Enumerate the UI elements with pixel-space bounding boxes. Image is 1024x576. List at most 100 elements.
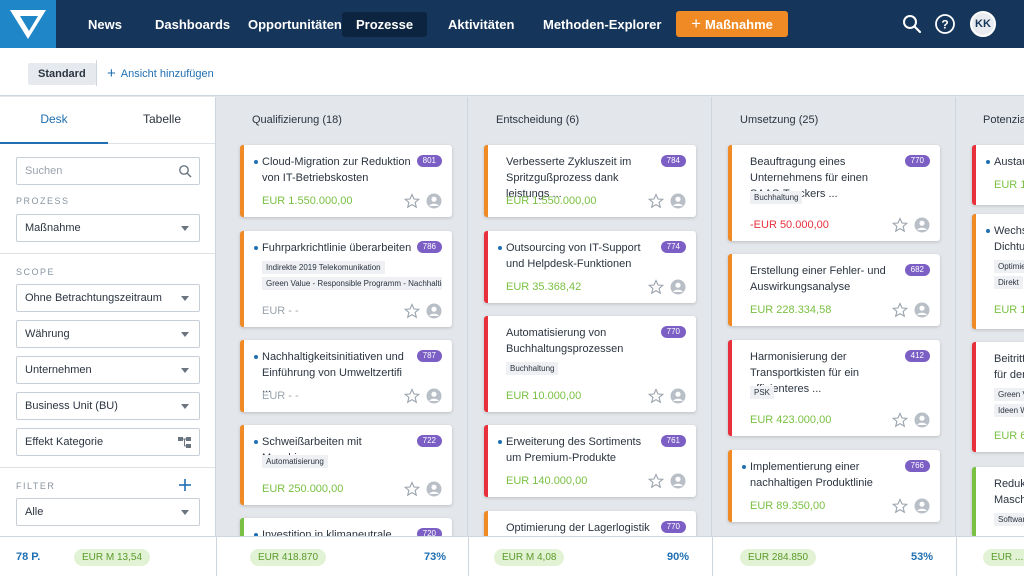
view-standard-tab[interactable]: Standard [28, 63, 96, 85]
card-id-badge: 770 [904, 155, 930, 167]
column-percent: 53% [911, 551, 934, 563]
search-icon [179, 165, 192, 178]
summary-bar: 78 P. EUR M 13,54 EUR 418.870 73% EUR M … [0, 536, 1024, 576]
card-tag: Buchhaltung [750, 191, 803, 204]
card-value: EUR 1.550.000,00 [262, 195, 353, 207]
user-icon[interactable] [426, 388, 442, 404]
process-card[interactable]: Cloud-Migration zur Reduktion von IT-Bet… [240, 145, 452, 217]
process-card[interactable]: Fuhrparkrichtlinie überarbeiten 786 Indi… [240, 231, 452, 327]
user-icon[interactable] [914, 302, 930, 318]
app-logo[interactable] [0, 0, 56, 48]
summary-divider [956, 537, 957, 576]
column-percent: 90% [667, 551, 690, 563]
star-icon[interactable] [648, 473, 664, 489]
user-icon[interactable] [670, 388, 686, 404]
process-card[interactable]: Beauftragung eines Unternehmens für eine… [728, 145, 940, 241]
process-card[interactable]: Automatisierung von Buchhaltungsprozesse… [484, 316, 696, 412]
user-icon[interactable] [426, 193, 442, 209]
process-card[interactable]: Erstellung einer Fehler- und Auswirkungs… [728, 254, 940, 326]
process-card[interactable]: Redukt Maschi Software [972, 467, 1024, 536]
chevron-down-icon [181, 368, 189, 373]
filter-select-value: Alle [25, 506, 44, 518]
process-card[interactable]: Beitritt für den Green Va Ideen Wo EUR 6… [972, 342, 1024, 452]
scope-waehrung-value: Währung [25, 328, 70, 340]
process-card[interactable]: Verbesserte Zykluszeit im Spritzgußproze… [484, 145, 696, 217]
card-value: EUR 12 [994, 304, 1024, 316]
scope-waehrung-select[interactable]: Währung [16, 320, 200, 348]
plus-icon: + [107, 65, 116, 82]
add-filter-icon[interactable] [178, 478, 192, 492]
help-icon[interactable]: ? [933, 12, 957, 36]
search-icon[interactable] [900, 12, 924, 36]
process-card[interactable]: Austau EUR 1.5 [972, 145, 1024, 205]
scope-zeitraum-select[interactable]: Ohne Betrachtungszeitraum [16, 284, 200, 312]
card-id-badge: 770 [660, 326, 686, 338]
process-card[interactable]: Implementierung einer nachhaltigen Produ… [728, 450, 940, 522]
scope-effekt-kategorie-select[interactable]: Effekt Kategorie [16, 428, 200, 456]
card-tag: Indirekte 2019 Telekomunikation [262, 261, 385, 274]
unread-dot [498, 246, 502, 250]
process-card[interactable]: Erweiterung des Sortiments um Premium-Pr… [484, 425, 696, 497]
tab-desk[interactable]: Desk [0, 97, 108, 144]
star-icon[interactable] [404, 303, 420, 319]
user-icon[interactable] [670, 473, 686, 489]
process-card[interactable]: Wechse Dichtun Optimier Direkt EUR 12 [972, 214, 1024, 329]
card-id-badge: 801 [416, 155, 442, 167]
scope-business-unit-select[interactable]: Business Unit (BU) [16, 392, 200, 420]
star-icon[interactable] [404, 388, 420, 404]
prozess-select-value: Maßnahme [25, 222, 81, 234]
user-avatar[interactable]: KK [970, 11, 996, 37]
user-icon[interactable] [914, 217, 930, 233]
process-card[interactable]: Optimierung der Lagerlogistik 770 [484, 511, 696, 536]
star-icon[interactable] [892, 498, 908, 514]
card-tag: Buchhaltung [506, 362, 559, 375]
prozess-label: PROZESS [16, 196, 70, 206]
user-icon[interactable] [426, 481, 442, 497]
star-icon[interactable] [892, 412, 908, 428]
card-value: -EUR 50.000,00 [750, 219, 829, 231]
process-card[interactable]: Outsourcing von IT-Support und Helpdesk-… [484, 231, 696, 303]
nav-item-news[interactable]: News [74, 12, 136, 37]
scope-unternehmen-select[interactable]: Unternehmen [16, 356, 200, 384]
card-title: Outsourcing von IT-Support und Helpdesk-… [506, 242, 641, 270]
nav-item-opportunitaeten[interactable]: Opportunitäten [234, 12, 356, 37]
nav-item-prozesse[interactable]: Prozesse [342, 12, 428, 37]
unread-dot [986, 160, 990, 164]
search-input[interactable]: Suchen [16, 157, 200, 185]
star-icon[interactable] [648, 279, 664, 295]
star-icon[interactable] [648, 193, 664, 209]
user-icon[interactable] [914, 498, 930, 514]
add-view-label: Ansicht hinzufügen [120, 68, 214, 80]
process-card[interactable]: Nachhaltigkeitsinitiativen und Einführun… [240, 340, 452, 412]
user-icon[interactable] [670, 279, 686, 295]
process-card[interactable]: Schweißarbeiten mit Maschinen 722 Automa… [240, 425, 452, 505]
add-view-button[interactable]: + Ansicht hinzufügen [107, 66, 214, 82]
column-value-pill: EUR ... [983, 549, 1024, 566]
process-card[interactable]: Investition in klimaneutrale 720 [240, 518, 452, 536]
chevron-down-icon [181, 404, 189, 409]
filter-select[interactable]: Alle [16, 498, 200, 526]
star-icon[interactable] [892, 302, 908, 318]
user-icon[interactable] [914, 412, 930, 428]
card-title: Fuhrparkrichtlinie überarbeiten [262, 242, 412, 254]
tab-tabelle[interactable]: Tabelle [108, 97, 215, 144]
nav-item-methoden-explorer[interactable]: Methoden-Explorer [529, 12, 675, 37]
star-icon[interactable] [404, 481, 420, 497]
top-navigation-bar: News Dashboards Opportunitäten Prozesse … [0, 0, 1024, 48]
nav-item-dashboards[interactable]: Dashboards [141, 12, 244, 37]
unread-dot [498, 440, 502, 444]
user-icon[interactable] [670, 193, 686, 209]
unread-dot [742, 465, 746, 469]
add-massnahme-button[interactable]: + Maßnahme [676, 11, 788, 37]
user-icon[interactable] [426, 303, 442, 319]
sidebar-tabs: Desk Tabelle [0, 97, 215, 144]
prozess-select[interactable]: Maßnahme [16, 214, 200, 242]
star-icon[interactable] [648, 388, 664, 404]
card-tag: Green Value - Responsible Programm - Nac… [262, 277, 442, 290]
column-percent: 73% [424, 551, 447, 563]
nav-item-aktivitaeten[interactable]: Aktivitäten [434, 12, 528, 37]
star-icon[interactable] [404, 193, 420, 209]
star-icon[interactable] [892, 217, 908, 233]
card-id-badge: 787 [416, 350, 442, 362]
process-card[interactable]: Harmonisierung der Transportkisten für e… [728, 340, 940, 436]
